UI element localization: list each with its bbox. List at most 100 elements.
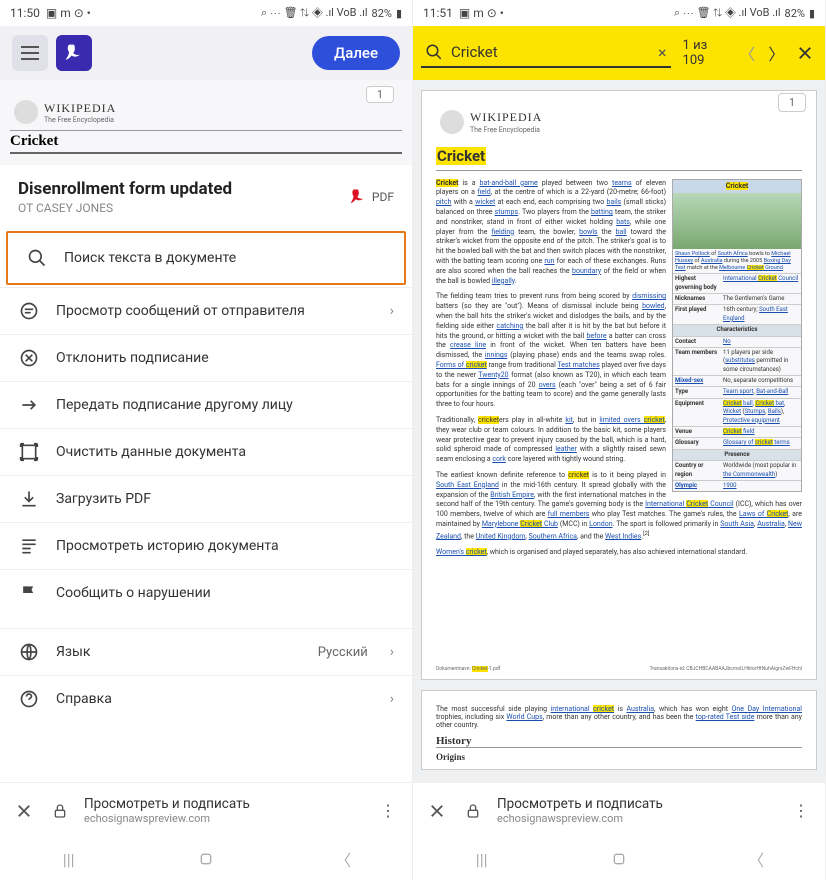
search-next-button[interactable]: 〉 <box>765 39 788 67</box>
menu-clear-data[interactable]: Очистить данные документа <box>0 428 412 475</box>
menu-view-messages[interactable]: Просмотр сообщений от отправителя › <box>0 287 412 334</box>
menu-label: Язык <box>56 644 302 660</box>
menu-search-text[interactable]: Поиск текста в документе <box>6 231 406 285</box>
language-value: Русский <box>318 645 368 660</box>
menu-label: Поиск текста в документе <box>64 250 386 266</box>
wikipedia-globe-icon <box>14 100 38 124</box>
menu-label: Очистить данные документа <box>56 444 394 460</box>
menu-download-pdf[interactable]: Загрузить PDF <box>0 475 412 522</box>
browser-tab-bar: Просмотреть и подписать echosignawsprevi… <box>0 782 412 838</box>
clock: 11:50 <box>10 6 40 20</box>
menu-label: Загрузить PDF <box>56 491 394 507</box>
notif-icons: ▣ m ⊙ • <box>46 6 91 20</box>
menu-language[interactable]: Язык Русский › <box>0 628 412 675</box>
menu-decline-signing[interactable]: Отклонить подписание <box>0 334 412 381</box>
page-footer: Dokumentnavn: Cricket-1.pdf Transaktions… <box>436 666 802 673</box>
help-icon <box>18 688 40 710</box>
action-sheet: Disenrollment form updated ОТ CASEY JONE… <box>0 165 412 782</box>
menu-label: Просмотр сообщений от отправителя <box>56 303 374 319</box>
menu-view-history[interactable]: Просмотреть историю документа <box>0 522 412 569</box>
clear-icon <box>18 441 40 463</box>
search-prev-button[interactable]: 〈 <box>736 39 759 67</box>
home-button[interactable] <box>176 851 236 867</box>
tab-url: echosignawspreview.com <box>84 812 364 825</box>
heading-origins: Origins <box>436 752 802 762</box>
history-icon <box>18 535 40 557</box>
infobox-image <box>673 193 801 249</box>
wikipedia-tagline: The Free Encyclopedia <box>44 116 116 124</box>
sheet-title: Disenrollment form updated <box>18 179 232 199</box>
decline-icon <box>18 347 40 369</box>
paragraph: Women's cricket, which is organised and … <box>436 548 802 558</box>
document-preview[interactable]: 1 WIKIPEDIA The Free Encyclopedia Cricke… <box>0 80 412 165</box>
menu-label: Отклонить подписание <box>56 350 394 366</box>
battery-icon: ▮ <box>809 7 815 20</box>
document-title: Cricket <box>10 130 402 154</box>
sheet-sender: ОТ CASEY JONES <box>18 201 232 215</box>
tab-url: echosignawspreview.com <box>497 812 777 825</box>
status-bar: 11:50 ▣ m ⊙ • ⌕ ⋯ 🗑 ⇅ ◈ .ıl VoB .ıl 82% … <box>0 0 412 26</box>
battery-text: 82% <box>372 7 392 20</box>
wikipedia-brand: WIKIPEDIA <box>470 109 542 126</box>
menu-label: Передать подписание другому лицу <box>56 397 394 413</box>
heading-history: History <box>436 735 802 748</box>
signal-icons: ⌕ ⋯ 🗑 ⇅ ◈ .ıl VoB .ıl <box>261 6 368 20</box>
paragraph: The most successful side playing interna… <box>436 705 802 729</box>
menu-button[interactable] <box>12 35 48 71</box>
menu-label: Сообщить о нарушении <box>56 585 394 601</box>
back-button[interactable]: 〈 <box>313 847 373 871</box>
close-search-button[interactable] <box>794 39 817 67</box>
app-toolbar: Далее <box>0 26 412 80</box>
menu-report-abuse[interactable]: Сообщить о нарушении <box>0 569 412 616</box>
find-in-page-bar: × 1 из 109 〈 〉 <box>413 26 825 80</box>
recents-button[interactable]: ||| <box>452 850 512 869</box>
battery-text: 82% <box>785 7 805 20</box>
document-viewer[interactable]: 1 WIKIPEDIA The Free Encyclopedia Cricke… <box>413 80 825 782</box>
delegate-icon <box>18 394 40 416</box>
menu-label: Справка <box>56 691 374 707</box>
tab-title: Просмотреть и подписать <box>84 796 364 812</box>
system-nav-bar: ||| 〈 <box>413 838 825 880</box>
tab-title: Просмотреть и подписать <box>497 796 777 812</box>
menu-delegate-signing[interactable]: Передать подписание другому лицу <box>0 381 412 428</box>
pdf-badge: PDF <box>349 188 394 206</box>
flag-icon <box>18 582 40 604</box>
wikipedia-globe-icon <box>440 110 464 134</box>
page-number-badge: 1 <box>778 93 806 112</box>
search-icon <box>26 247 48 269</box>
search-input[interactable] <box>451 43 650 61</box>
browser-tab-bar: Просмотреть и подписать echosignawsprevi… <box>413 782 825 838</box>
search-result-count: 1 из 109 <box>677 38 730 68</box>
chevron-right-icon: › <box>390 644 394 660</box>
clear-search-icon[interactable]: × <box>658 43 667 62</box>
pdf-page-2: The most successful side playing interna… <box>421 690 817 770</box>
chevron-right-icon: › <box>390 303 394 319</box>
home-button[interactable] <box>589 851 649 867</box>
menu-label: Просмотреть историю документа <box>56 538 394 554</box>
infobox: Cricket Shaun Pollock of South Africa bo… <box>672 179 802 493</box>
close-tab-icon[interactable] <box>12 802 36 820</box>
globe-icon <box>18 641 40 663</box>
close-tab-icon[interactable] <box>425 802 449 820</box>
back-button[interactable]: 〈 <box>726 847 786 871</box>
next-button[interactable]: Далее <box>312 36 400 70</box>
lock-icon <box>461 803 485 819</box>
pdf-page-1: 1 WIKIPEDIA The Free Encyclopedia Cricke… <box>421 90 817 680</box>
system-nav-bar: ||| 〈 <box>0 838 412 880</box>
battery-icon: ▮ <box>396 7 402 20</box>
download-icon <box>18 488 40 510</box>
tab-menu-icon[interactable]: ⋮ <box>789 801 813 820</box>
menu-help[interactable]: Справка › <box>0 675 412 722</box>
lock-icon <box>48 803 72 819</box>
wikipedia-tagline: The Free Encyclopedia <box>470 126 542 136</box>
article-title: Cricket <box>436 144 802 171</box>
clock: 11:51 <box>423 6 453 20</box>
notif-icons: ▣ m ⊙ • <box>459 6 504 20</box>
adobe-acrobat-icon[interactable] <box>56 35 92 71</box>
page-number-badge: 1 <box>366 86 394 103</box>
search-icon <box>425 43 443 61</box>
recents-button[interactable]: ||| <box>39 850 99 869</box>
signal-icons: ⌕ ⋯ 🗑 ⇅ ◈ .ıl VoB .ıl <box>674 6 781 20</box>
tab-menu-icon[interactable]: ⋮ <box>376 801 400 820</box>
wikipedia-brand: WIKIPEDIA <box>44 101 116 116</box>
